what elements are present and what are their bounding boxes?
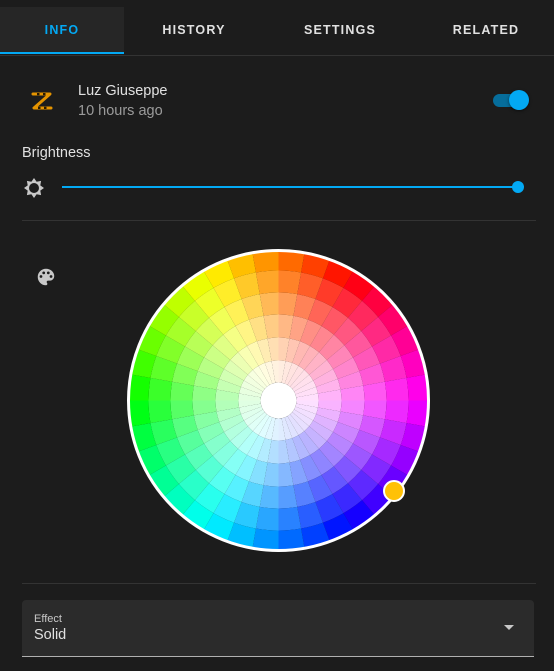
divider	[22, 583, 536, 584]
brightness-label: Brightness	[22, 145, 91, 161]
effect-value: Solid	[34, 627, 67, 643]
divider	[22, 220, 536, 221]
toggle-thumb	[509, 90, 529, 110]
entity-header: Luz Giuseppe 10 hours ago	[0, 76, 554, 126]
tab-info-label: INFO	[44, 23, 80, 37]
palette-icon	[37, 268, 55, 286]
tab-history-label: HISTORY	[162, 23, 226, 37]
wheel-segment	[384, 377, 409, 401]
effect-select[interactable]: Effect Solid	[22, 600, 534, 657]
effect-label: Effect	[34, 613, 62, 625]
brightness-icon	[24, 178, 44, 198]
brightness-slider[interactable]	[58, 175, 528, 199]
tab-settings-label: SETTINGS	[303, 23, 377, 37]
last-changed: 10 hours ago	[78, 103, 163, 119]
slider-track	[62, 186, 520, 188]
tab-history[interactable]: HISTORY	[124, 7, 264, 54]
entity-name: Luz Giuseppe	[78, 83, 168, 99]
wheel-segment	[255, 270, 279, 295]
slider-thumb[interactable]	[512, 181, 524, 193]
wheel-center	[260, 382, 297, 419]
wheel-segment	[384, 400, 409, 424]
tab-related[interactable]: RELATED	[416, 7, 554, 54]
wheel-segment	[148, 400, 173, 424]
tab-info[interactable]: INFO	[0, 7, 124, 54]
active-tab-indicator	[0, 52, 124, 54]
tab-bar: INFO HISTORY SETTINGS RELATED	[0, 0, 554, 56]
tab-related-label: RELATED	[452, 23, 520, 37]
tab-settings[interactable]: SETTINGS	[264, 7, 416, 54]
color-wheel[interactable]	[126, 248, 431, 553]
chevron-down-icon	[504, 625, 514, 630]
power-toggle[interactable]	[492, 90, 530, 110]
lightstrip-icon	[31, 92, 53, 110]
wheel-segment	[278, 270, 302, 295]
wheel-segment	[255, 506, 279, 531]
wheel-segment	[278, 506, 302, 531]
color-marker[interactable]	[383, 480, 405, 502]
wheel-segment	[148, 377, 173, 401]
